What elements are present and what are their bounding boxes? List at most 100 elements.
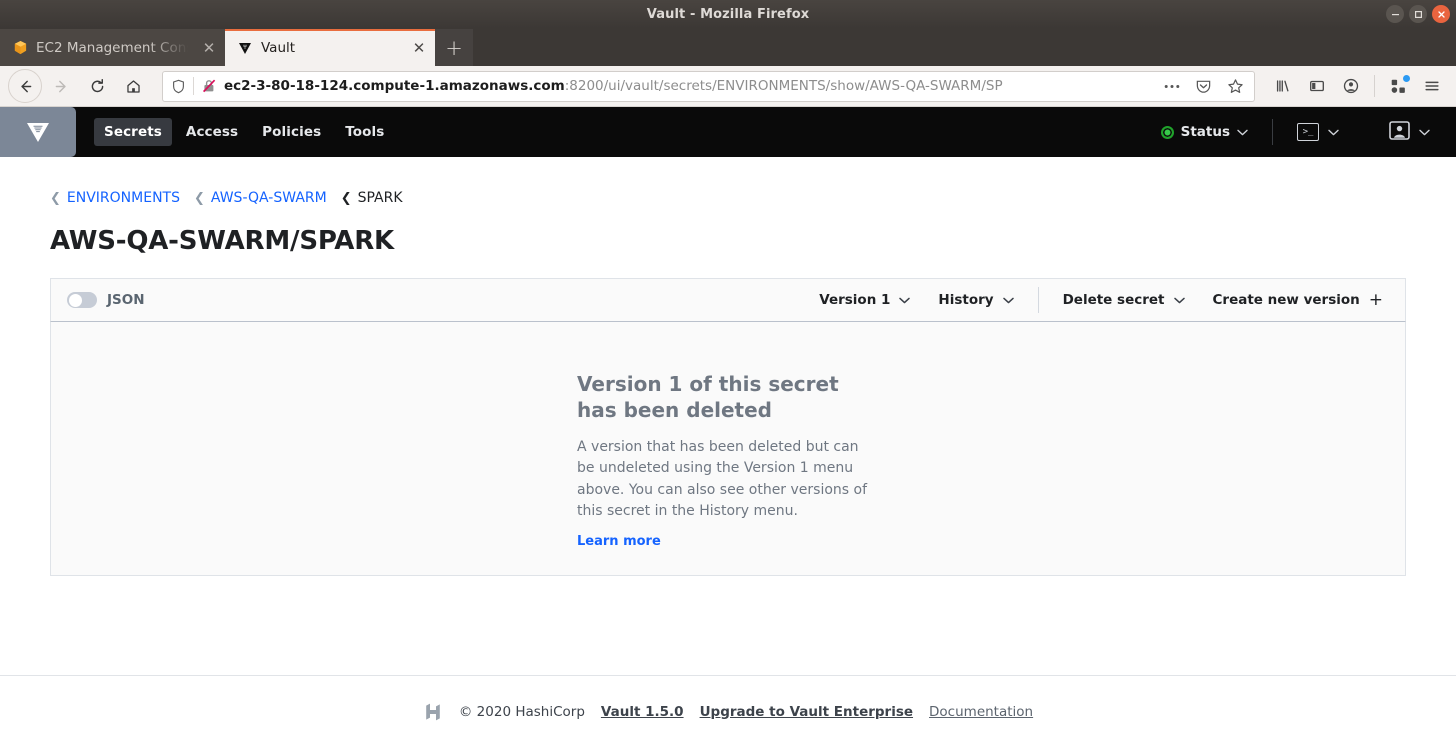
page-viewport: Secrets Access Policies Tools Status >_ [0,107,1456,747]
window-title: Vault - Mozilla Firefox [646,6,810,22]
sidebar-icon[interactable] [1301,70,1333,102]
maximize-button[interactable] [1409,5,1427,23]
footer-version-link[interactable]: Vault 1.5.0 [601,704,684,720]
page-title: AWS-QA-SWARM/SPARK [50,226,394,256]
nav-item-policies[interactable]: Policies [252,118,331,146]
chevron-down-icon [1419,129,1430,136]
pocket-icon[interactable] [1191,78,1216,95]
empty-state-body: A version that has been deleted but can … [577,439,868,519]
reload-icon[interactable] [80,69,114,103]
browser-window: Vault - Mozilla Firefox EC2 Management C… [0,0,1456,747]
chevron-down-icon [1237,129,1248,136]
version-menu-button[interactable]: Version 1 [805,287,924,313]
toolbar-divider [1374,75,1375,97]
console-menu-button[interactable]: >_ [1291,119,1345,145]
browser-navigation-bar: ec2-3-80-18-124.compute-1.amazonaws.com:… [0,66,1456,107]
status-indicator-icon [1160,125,1174,139]
title-bar: Vault - Mozilla Firefox [0,0,1456,28]
breadcrumb-link[interactable]: AWS-QA-SWARM [211,190,327,206]
chevron-left-icon: ❮ [50,190,61,206]
chevron-down-icon [1002,297,1014,304]
plus-icon: + [1368,289,1383,310]
footer-documentation-link[interactable]: Documentation [929,704,1033,720]
empty-state: Version 1 of this secret has been delete… [577,372,879,575]
create-new-version-button[interactable]: Create new version + [1199,287,1398,313]
nav-item-access[interactable]: Access [176,118,248,146]
close-button[interactable] [1432,5,1450,23]
vault-nav-right: Status >_ [1155,117,1436,148]
toggle-knob [68,293,82,307]
secret-content-panel: Version 1 of this secret has been delete… [50,322,1406,576]
tab-title: Vault [261,39,296,56]
vault-navbar: Secrets Access Policies Tools Status >_ [0,107,1456,157]
toggle-track[interactable] [67,292,97,308]
minimize-button[interactable] [1386,5,1404,23]
back-arrow-icon[interactable] [8,69,42,103]
address-bar[interactable]: ec2-3-80-18-124.compute-1.amazonaws.com:… [162,70,1255,102]
extensions-icon[interactable] [1382,70,1414,102]
page-footer: © 2020 HashiCorp Vault 1.5.0 Upgrade to … [0,675,1456,747]
home-icon[interactable] [116,69,150,103]
console-terminal-icon: >_ [1297,123,1319,141]
json-toggle-label: JSON [107,292,145,308]
chevron-left-icon: ❮ [194,190,205,206]
status-menu-button[interactable]: Status [1155,120,1254,144]
footer-upgrade-link[interactable]: Upgrade to Vault Enterprise [700,704,913,720]
delete-secret-label: Delete secret [1062,292,1165,308]
vault-triangle-icon [237,40,253,56]
page-body: ❮ ENVIRONMENTS ❮ AWS-QA-SWARM ❮ SPARK AW… [0,157,1456,747]
hamburger-menu-icon[interactable] [1416,70,1448,102]
breadcrumb: ❮ ENVIRONMENTS ❮ AWS-QA-SWARM ❮ SPARK [50,190,1406,206]
broken-padlock-icon[interactable] [201,78,217,94]
delete-secret-menu-button[interactable]: Delete secret [1049,287,1199,313]
url-path: :8200/ui/vault/secrets/ENVIRONMENTS/show… [564,78,1003,94]
nav-item-tools[interactable]: Tools [335,118,394,146]
tab-title: EC2 Management Console [36,39,193,56]
json-toggle[interactable]: JSON [67,292,145,308]
star-icon[interactable] [1223,78,1248,95]
ellipsis-icon[interactable] [1160,84,1184,89]
learn-more-link[interactable]: Learn more [577,534,661,549]
tab-strip: EC2 Management Console ✕ Vault ✕ + [0,28,1456,66]
new-tab-button[interactable]: + [435,29,473,66]
aws-cube-icon [12,40,28,56]
vault-nav-items: Secrets Access Policies Tools [94,118,394,146]
firefox-account-icon[interactable] [1335,70,1367,102]
footer-copyright: © 2020 HashiCorp [458,703,585,720]
chevron-down-icon [1328,129,1339,136]
user-account-icon [1389,120,1410,144]
breadcrumb-link[interactable]: ENVIRONMENTS [67,190,180,206]
version-label: Version 1 [819,292,891,308]
url-text: ec2-3-80-18-124.compute-1.amazonaws.com:… [224,78,1153,94]
history-menu-button[interactable]: History [924,287,1027,313]
url-host: ec2-3-80-18-124.compute-1.amazonaws.com [224,78,565,94]
browser-tab-ec2[interactable]: EC2 Management Console ✕ [0,29,225,66]
user-menu-button[interactable] [1383,117,1436,148]
extensions-badge [1403,75,1410,82]
history-label: History [938,292,994,308]
breadcrumb-item-environments[interactable]: ❮ ENVIRONMENTS [50,190,180,206]
toolbar-actions: Version 1 History Delete secret Create n… [805,287,1397,313]
library-icon[interactable] [1267,70,1299,102]
breadcrumb-current: SPARK [357,190,403,206]
window-controls [1386,0,1450,28]
breadcrumb-item-spark: ❮ SPARK [341,190,403,206]
chevron-down-icon [899,297,911,304]
tab-close-icon[interactable]: ✕ [411,39,427,57]
tracking-protection-shield-icon[interactable] [171,79,186,94]
hashicorp-logo-icon [423,701,443,723]
forward-arrow-icon[interactable] [44,69,78,103]
chevron-left-icon: ❮ [340,190,352,206]
browser-tab-vault[interactable]: Vault ✕ [225,29,435,66]
tab-close-icon[interactable]: ✕ [201,39,217,57]
empty-state-title: Version 1 of this secret has been delete… [577,372,839,422]
status-label: Status [1180,124,1230,140]
vault-logo-icon[interactable] [0,107,76,157]
secret-toolbar: JSON Version 1 History Delete secret Cre… [50,278,1406,322]
url-divider [193,77,194,95]
nav-item-secrets[interactable]: Secrets [94,118,172,146]
nav-divider [1272,119,1273,145]
breadcrumb-item-aws-qa-swarm[interactable]: ❮ AWS-QA-SWARM [194,190,327,206]
toolbar-divider [1037,287,1039,313]
browser-toolbar-buttons [1267,70,1448,102]
